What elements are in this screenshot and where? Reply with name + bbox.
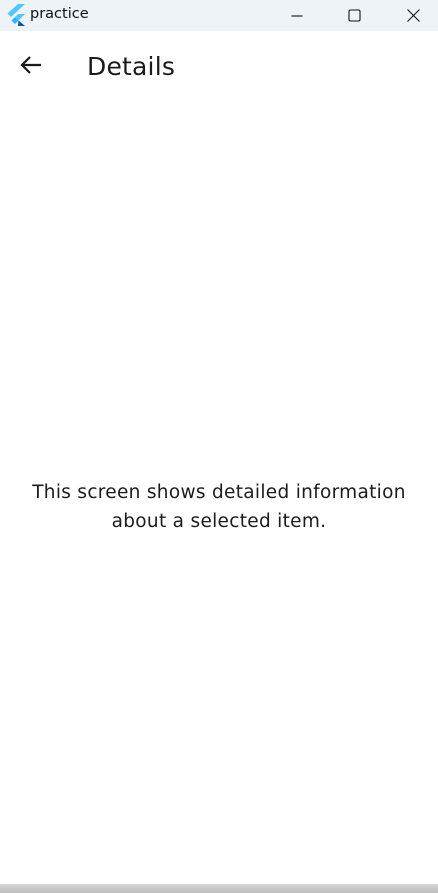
minimize-icon	[291, 10, 303, 22]
details-description: This screen shows detailed information a…	[32, 482, 406, 532]
close-icon	[406, 9, 420, 22]
window-titlebar[interactable]: practice	[0, 0, 438, 31]
arrow-left-icon	[20, 55, 42, 79]
page-title: Details	[87, 52, 176, 81]
maximize-icon	[347, 9, 361, 22]
app-window: practice Details This screen shows detai…	[0, 0, 438, 893]
window-title: practice	[30, 6, 89, 22]
minimize-button[interactable]	[274, 0, 320, 31]
window-bottom-edge	[0, 884, 438, 893]
details-body: This screen shows detailed information a…	[0, 103, 438, 883]
close-button[interactable]	[390, 0, 436, 31]
back-button[interactable]	[8, 44, 54, 90]
flutter-logo-icon	[6, 4, 26, 26]
maximize-button[interactable]	[331, 0, 377, 31]
app-bar: Details	[0, 31, 438, 103]
